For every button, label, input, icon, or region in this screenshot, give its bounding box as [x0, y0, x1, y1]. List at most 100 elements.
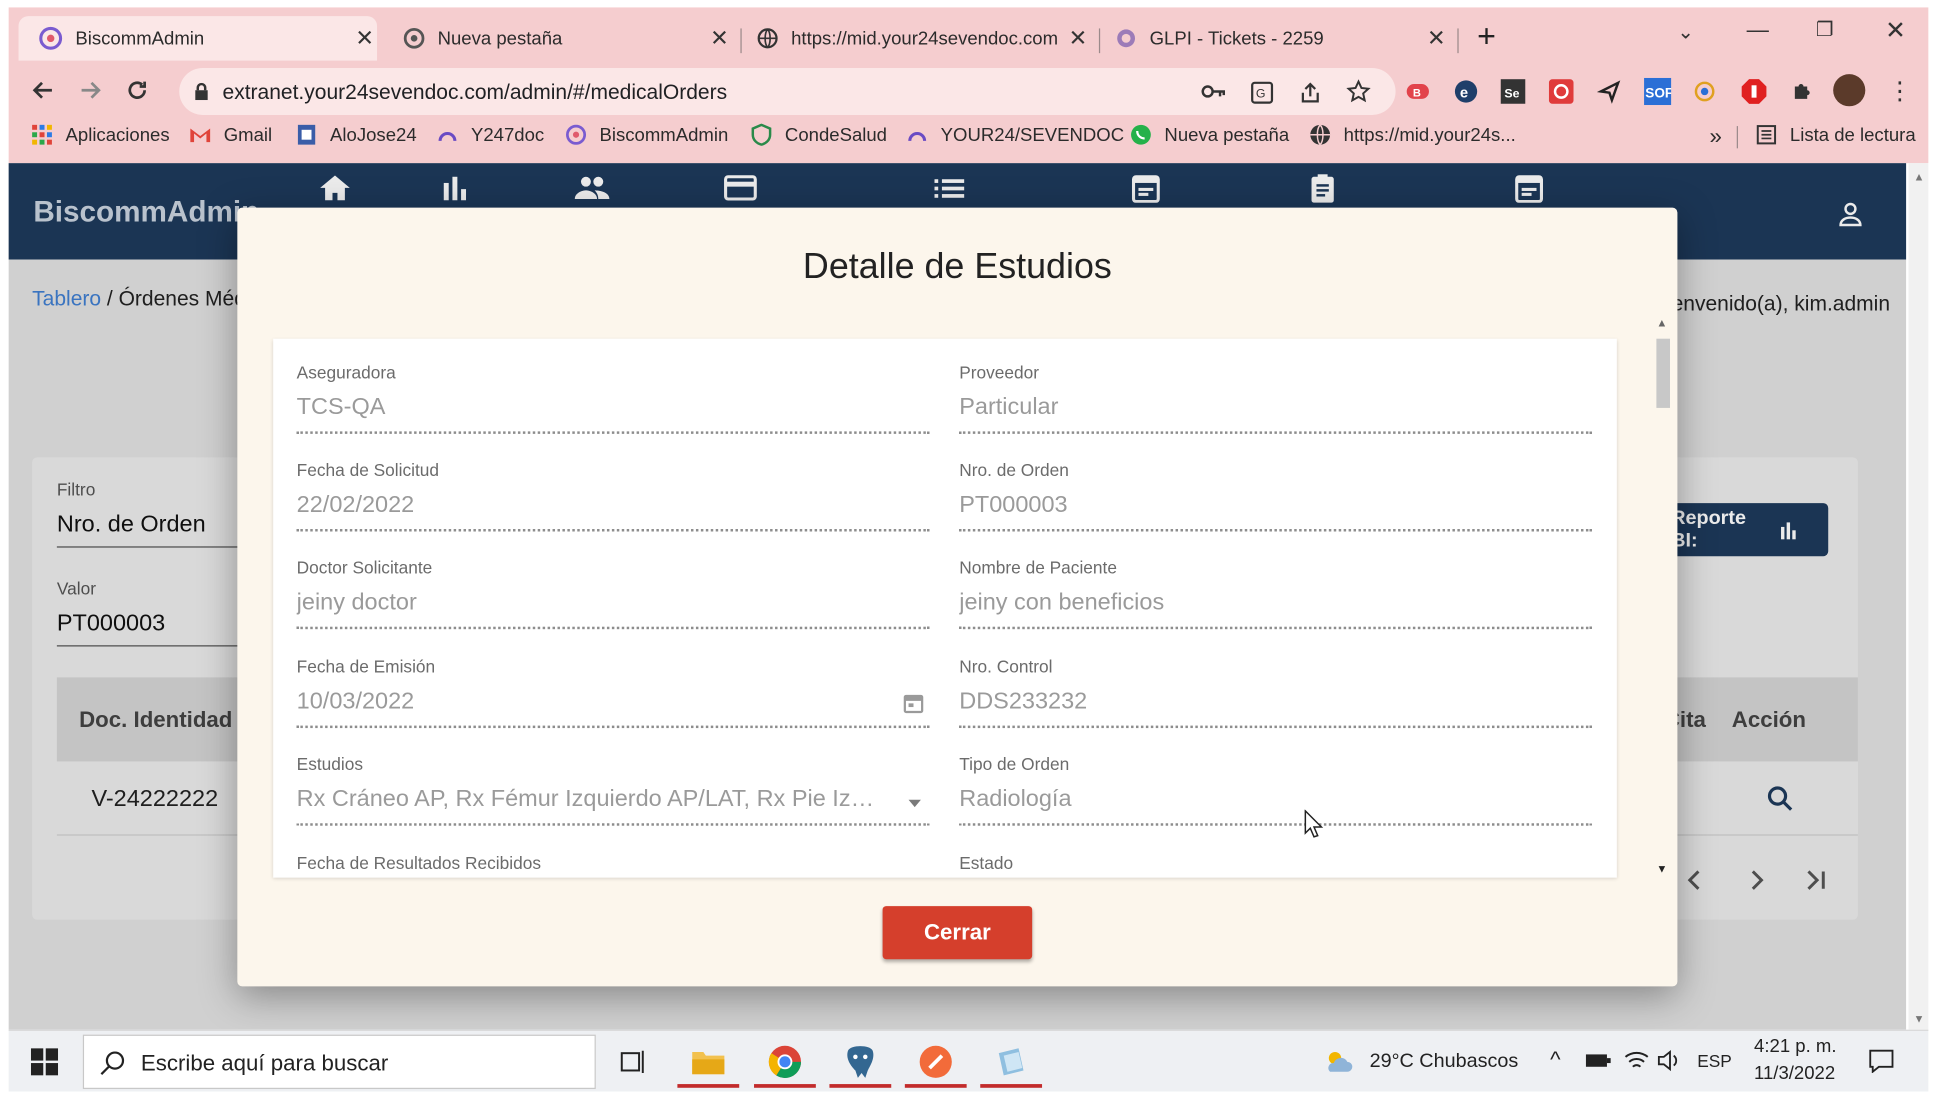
translate-icon[interactable]: G: [1250, 80, 1275, 105]
window-close-icon[interactable]: ✕: [1885, 15, 1906, 46]
extension-icon[interactable]: [1548, 79, 1574, 104]
search-icon: [100, 1051, 125, 1075]
address-bar[interactable]: extranet.your24sevendoc.com/admin/#/medi…: [179, 67, 1396, 115]
close-icon[interactable]: ✕: [1066, 25, 1091, 51]
extension-icon[interactable]: SOF: [1644, 77, 1672, 106]
bookmark-label: https://mid.your24s...: [1343, 124, 1516, 146]
share-icon[interactable]: [1298, 80, 1323, 105]
modal-scrollbar[interactable]: ▲ ▼: [1653, 316, 1674, 877]
biscomm-icon: [39, 26, 63, 50]
notification-icon[interactable]: [1868, 1048, 1895, 1073]
page-scrollbar[interactable]: ▲ ▼: [1908, 163, 1929, 1030]
taskbar-search[interactable]: Escribe aquí para buscar: [82, 1034, 596, 1090]
wifi-icon[interactable]: [1623, 1048, 1650, 1073]
biscomm-icon: [438, 132, 457, 142]
bookmark-nueva-pestana[interactable]: Nueva pestaña: [1130, 124, 1289, 146]
calendar-icon[interactable]: [902, 692, 924, 714]
clock-date[interactable]: 11/3/2022: [1754, 1063, 1835, 1084]
key-icon[interactable]: [1201, 82, 1227, 102]
extension-icon[interactable]: [1692, 79, 1717, 104]
field-aseguradora[interactable]: Aseguradora TCS-QA: [296, 362, 930, 434]
reading-list-icon: [1756, 125, 1777, 145]
close-icon[interactable]: ✕: [352, 25, 377, 51]
tab-label: https://mid.your24sevendoc.com: [791, 27, 1059, 49]
tab-nueva-pestana[interactable]: Nueva pestaña ✕: [398, 16, 732, 61]
svg-text:Se: Se: [1504, 87, 1519, 101]
bookmark-label: CondeSalud: [784, 124, 888, 146]
field-doctor-solicitante[interactable]: Doctor Solicitante jeiny doctor: [296, 557, 930, 630]
extension-icon[interactable]: [1740, 78, 1767, 105]
postman-icon[interactable]: [904, 1036, 967, 1088]
bookmark-your24sevendoc[interactable]: YOUR24/SEVENDOC: [906, 124, 1124, 146]
bookmark-biscommadmin[interactable]: BiscommAdmin: [565, 124, 728, 146]
tab-label: GLPI - Tickets - 2259: [1149, 27, 1324, 49]
navigation-row: extranet.your24sevendoc.com/admin/#/medi…: [9, 66, 1929, 115]
field-estudios[interactable]: Estudios Rx Cráneo AP, Rx Fémur Izquierd…: [296, 754, 930, 826]
restore-icon[interactable]: ❐: [1816, 17, 1834, 42]
globe-icon: [1310, 124, 1331, 146]
clock-time[interactable]: 4:21 p. m.: [1754, 1036, 1836, 1057]
file-explorer-icon[interactable]: [677, 1036, 740, 1088]
task-view-icon[interactable]: [602, 1036, 664, 1088]
extension-icon[interactable]: e: [1454, 79, 1479, 104]
language-indicator[interactable]: ESP: [1697, 1051, 1732, 1071]
close-icon[interactable]: ✕: [707, 25, 732, 51]
field-fecha-emision[interactable]: Fecha de Emisión 10/03/2022: [296, 656, 930, 729]
extension-icon[interactable]: B: [1405, 80, 1430, 102]
reload-icon[interactable]: [120, 73, 155, 108]
bookmark-condesalud[interactable]: CondeSalud: [750, 123, 888, 146]
battery-icon[interactable]: [1585, 1051, 1612, 1071]
bookmark-label: YOUR24/SEVENDOC: [940, 124, 1125, 146]
menu-icon[interactable]: ⋮: [1888, 75, 1913, 106]
extension-icon[interactable]: Se: [1500, 79, 1526, 104]
biscomm-icon: [908, 132, 927, 142]
tab-mid[interactable]: https://mid.your24sevendoc.com ✕: [757, 16, 1091, 61]
extension-icon[interactable]: [1597, 79, 1622, 104]
globe-icon: [757, 28, 778, 49]
bookmark-alojose24[interactable]: AloJose24: [295, 124, 417, 146]
field-proveedor[interactable]: Proveedor Particular: [959, 362, 1593, 434]
close-icon[interactable]: ✕: [1424, 25, 1449, 51]
field-nro-orden[interactable]: Nro. de Orden PT000003: [959, 460, 1593, 532]
tab-glpi[interactable]: GLPI - Tickets - 2259 ✕: [1115, 16, 1449, 61]
shield-logo-icon: [751, 123, 772, 146]
field-nro-control[interactable]: Nro. Control DDS233232: [959, 656, 1593, 729]
star-icon[interactable]: [1346, 79, 1371, 104]
weather-text[interactable]: 29°C Chubascos: [1370, 1051, 1519, 1073]
reading-list[interactable]: Lista de lectura: [1755, 124, 1916, 146]
forward-icon[interactable]: [73, 73, 108, 108]
whatsapp-icon: [1131, 124, 1151, 145]
bookmark-y247doc[interactable]: Y247doc: [436, 124, 544, 146]
chrome-icon[interactable]: [754, 1036, 816, 1088]
field-fecha-resultados[interactable]: Fecha de Resultados Recibidos: [297, 853, 930, 875]
modal-content: Aseguradora TCS-QA Proveedor Particular …: [273, 338, 1617, 878]
new-tab-button[interactable]: +: [1477, 17, 1496, 55]
gmail-icon: [190, 128, 211, 143]
field-nombre-paciente[interactable]: Nombre de Paciente jeiny con beneficios: [959, 557, 1593, 630]
bookmark-label: Aplicaciones: [65, 124, 170, 146]
bookmark-apps[interactable]: Aplicaciones: [31, 124, 170, 146]
bookmark-gmail[interactable]: Gmail: [189, 124, 272, 146]
app-icon[interactable]: [980, 1036, 1043, 1088]
windows-start-icon[interactable]: [30, 1048, 59, 1076]
more-bookmarks-icon[interactable]: »: [1710, 124, 1722, 150]
bookmark-label: BiscommAdmin: [599, 124, 729, 146]
volume-icon[interactable]: [1656, 1048, 1681, 1073]
chevron-up-icon[interactable]: ^: [1550, 1047, 1560, 1073]
back-icon[interactable]: [26, 73, 61, 108]
dropdown-arrow-icon[interactable]: [905, 794, 925, 814]
bookmark-label: AloJose24: [330, 124, 417, 146]
bookmark-mid[interactable]: https://mid.your24s...: [1309, 124, 1516, 146]
minimize-icon[interactable]: —: [1747, 17, 1769, 43]
field-tipo-orden[interactable]: Tipo de Orden Radiología: [959, 754, 1593, 826]
puzzle-icon[interactable]: [1790, 79, 1815, 104]
weather-icon: [1328, 1051, 1353, 1072]
tab-label: Nueva pestaña: [437, 27, 563, 49]
tab-search-icon[interactable]: ⌄: [1677, 20, 1694, 45]
postgres-icon[interactable]: [829, 1036, 892, 1088]
profile-avatar[interactable]: [1833, 74, 1866, 107]
close-button[interactable]: Cerrar: [882, 906, 1033, 960]
tab-biscommadmin[interactable]: BiscommAdmin ✕: [18, 16, 378, 61]
field-fecha-solicitud[interactable]: Fecha de Solicitud 22/02/2022: [296, 460, 930, 532]
field-estado[interactable]: Estado: [959, 853, 1592, 875]
